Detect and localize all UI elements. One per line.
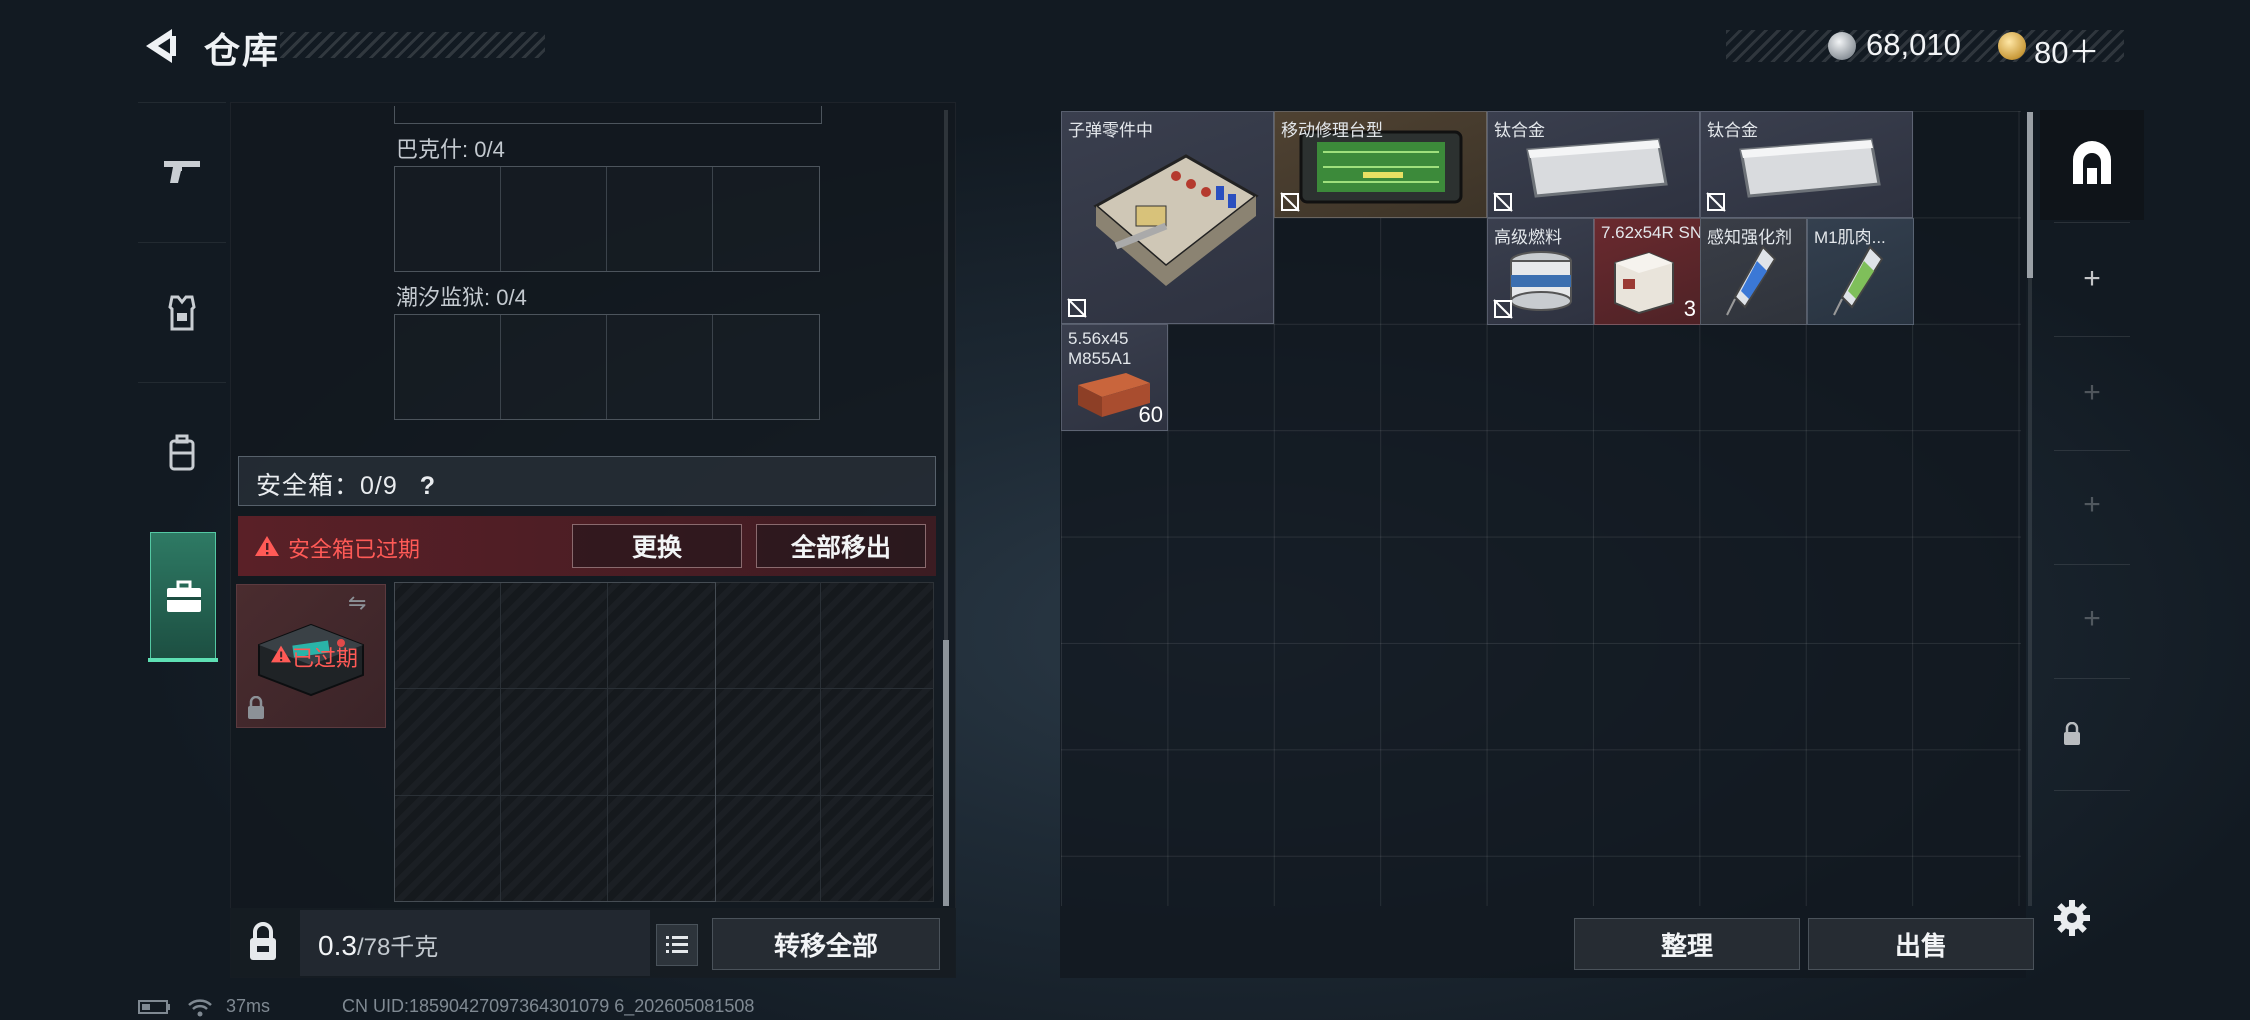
briefcase-icon (167, 580, 201, 612)
warning-icon (255, 536, 279, 556)
no-insure-icon (1067, 298, 1087, 318)
organize-button[interactable]: 整理 (1574, 918, 1800, 970)
money-amount: 68,010 (1866, 27, 1961, 62)
no-insure-icon (1706, 192, 1726, 212)
no-insure-icon (1280, 192, 1300, 212)
tab-firearms[interactable] (138, 102, 226, 242)
pistol-icon (164, 161, 200, 183)
armor-vest-icon (168, 295, 196, 331)
add-stash-page-button[interactable]: + (2060, 376, 2124, 410)
settings-gear-icon[interactable] (2052, 898, 2092, 938)
stash-page-1-tab[interactable] (2040, 110, 2144, 220)
tab-active-indicator (148, 658, 218, 662)
battery-icon (138, 1000, 170, 1015)
back-arrow-icon[interactable] (138, 24, 182, 68)
uid-text: CN UID:18590427097364301079 6_2026050815… (342, 996, 755, 1016)
tab-backpack[interactable] (138, 382, 226, 522)
divider (2054, 222, 2130, 223)
item-mobile-repair-bench[interactable]: 移动修理台型 (1274, 111, 1487, 218)
no-insure-icon (1493, 299, 1513, 319)
item-556x45-ammo[interactable]: 5.56x45 M855A1 60 (1061, 324, 1168, 431)
no-insure-icon (1493, 192, 1513, 212)
locked-page-icon[interactable] (2062, 722, 2082, 746)
item-ammo-parts[interactable]: 子弹零件中 (1061, 111, 1274, 324)
wifi-icon (188, 999, 212, 1017)
weight-value: 0.3/78千克 (318, 930, 439, 961)
expired-warning-icon (271, 645, 291, 663)
item-titanium-alloy-2[interactable]: 钛合金 (1700, 111, 1913, 218)
slot-label-tidal-prison: 潮汐监狱: 0/4 (396, 285, 527, 310)
stash-arch-icon (2073, 141, 2111, 184)
swap-icon[interactable]: ⇋ (348, 590, 366, 616)
expired-label: 已过期 (292, 646, 359, 671)
item-premium-fuel[interactable]: 高级燃料 (1487, 218, 1594, 325)
list-icon (666, 936, 688, 953)
status-indicators: 37ms (138, 996, 270, 1017)
slot-label-bakhsh: 巴克什: 0/4 (396, 137, 505, 162)
stash-scroll-thumb[interactable] (2027, 112, 2033, 278)
item-m1-muscle-stim[interactable]: M1肌肉... (1807, 218, 1914, 325)
gold-token-icon (1998, 32, 2026, 60)
upper-slot-grid (394, 106, 822, 124)
divider (2054, 678, 2130, 679)
ammo-parts-image (1093, 154, 1259, 286)
divider (2054, 564, 2130, 565)
help-icon[interactable]: ? (420, 472, 436, 500)
add-stash-page-button[interactable]: + (2060, 488, 2124, 522)
add-stash-page-button[interactable]: + (2060, 262, 2124, 296)
transfer-all-button[interactable]: 转移全部 (712, 918, 940, 970)
grid-line (820, 582, 821, 902)
title-decoration (280, 32, 545, 58)
sell-button[interactable]: 出售 (1808, 918, 2034, 970)
divider (2054, 450, 2130, 451)
item-titanium-alloy[interactable]: 钛合金 (1487, 111, 1700, 218)
item-762x54r-ammo[interactable]: 7.62x54R SNB 3 (1594, 218, 1701, 325)
token-amount[interactable]: 80＋ (2034, 27, 2099, 72)
tab-armor[interactable] (138, 242, 226, 382)
item-perception-enhancer[interactable]: 感知强化剂 (1700, 218, 1807, 325)
backpack-icon (169, 434, 195, 471)
safe-box-usable-area (394, 582, 716, 902)
lock-icon (248, 696, 264, 719)
safe-box-expired-text: 安全箱已过期 (288, 537, 421, 562)
page-title: 仓库 (204, 30, 281, 71)
syringe-image (1726, 245, 1777, 316)
divider (2054, 336, 2130, 337)
syringe-image (1833, 245, 1884, 316)
silver-coin-icon (1828, 32, 1856, 60)
slot-grid-tidal-prison[interactable] (394, 314, 820, 420)
container-scroll-thumb[interactable] (943, 640, 949, 906)
ping-text: 37ms (226, 996, 271, 1016)
ammo-box-image (1614, 251, 1674, 315)
safe-box-title: 安全箱：0/9 ? (256, 472, 436, 500)
fuel-can-image (1510, 251, 1572, 311)
slot-grid-bakhsh[interactable] (394, 166, 820, 272)
tab-safe-box[interactable] (150, 532, 216, 662)
move-all-out-button[interactable]: 全部移出 (756, 524, 926, 568)
weight-lock-icon[interactable] (246, 922, 280, 962)
add-stash-page-button[interactable]: + (2060, 602, 2124, 636)
list-view-button[interactable] (656, 924, 698, 966)
replace-button[interactable]: 更换 (572, 524, 742, 568)
divider (2054, 790, 2130, 791)
